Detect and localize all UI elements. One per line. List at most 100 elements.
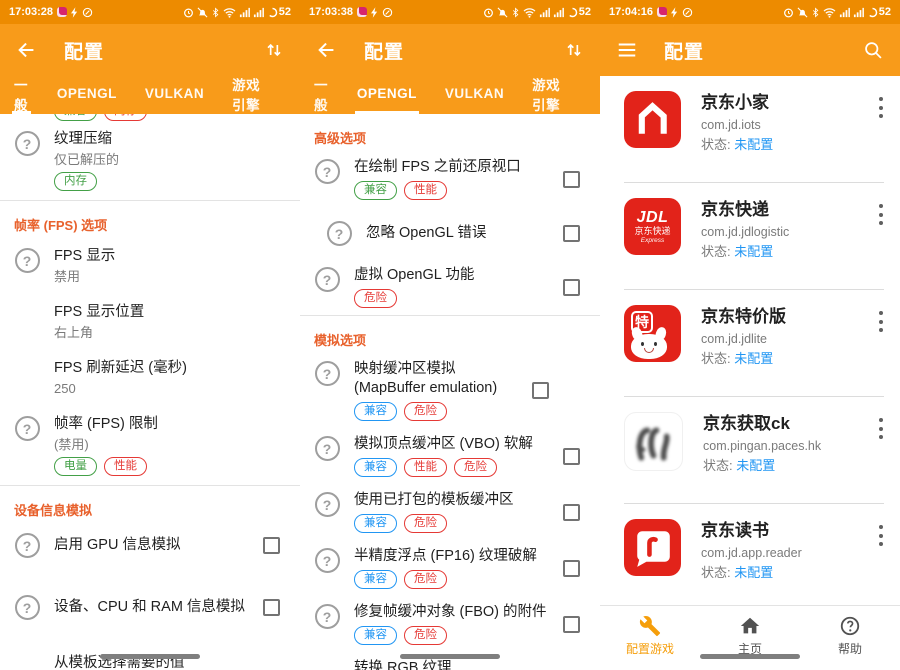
nav-configure-games[interactable]: 配置游戏 (600, 606, 700, 670)
setting-fps-limit[interactable]: 帧率 (FPS) 限制 (禁用) 电量 性能 (0, 406, 300, 485)
help-icon[interactable] (15, 533, 40, 558)
app-package: com.jd.iots (701, 117, 870, 133)
app-row-jd-xiaojia[interactable]: 京东小家 com.jd.iots 状态: 未配置 (600, 76, 900, 182)
bluetooth-icon (511, 7, 520, 18)
alarm-icon (783, 7, 794, 18)
more-options-button[interactable] (870, 412, 892, 441)
setting-value: (禁用) (54, 436, 288, 453)
app-row-jd-get-ck[interactable]: 京东获取ck com.pingan.paces.hk 状态: 未配置 (600, 397, 900, 503)
nav-home[interactable]: 主页 (700, 606, 800, 670)
checkbox[interactable] (563, 616, 580, 633)
setting-fps-position[interactable]: FPS 显示位置 右上角 (0, 294, 300, 350)
help-icon[interactable] (15, 416, 40, 441)
checkbox[interactable] (532, 382, 549, 399)
lightning-bolt-icon (371, 7, 378, 18)
setting-mapbuffer-emulation[interactable]: 映射缓冲区模拟 (MapBuffer emulation) 兼容 危险 (300, 353, 600, 428)
checkbox[interactable] (563, 560, 580, 577)
section-simulation: 模拟选项 (300, 316, 600, 353)
tab-bar: 一般 OPENGL VULKAN 游戏引擎 (300, 76, 600, 114)
signal-bars-icon (853, 7, 864, 18)
status-value: 未配置 (734, 137, 773, 152)
checkbox[interactable] (563, 504, 580, 521)
more-options-button[interactable] (870, 91, 892, 120)
notification-app-badge-icon (357, 7, 367, 17)
tab-vulkan[interactable]: VULKAN (143, 76, 206, 114)
checkbox[interactable] (563, 171, 580, 188)
settings-list: 兼容 内存 纹理压缩 仅已解压的 内存 帧率 (FPS) 选项 FPS 显示 禁… (0, 114, 300, 670)
bell-off-icon (797, 7, 808, 18)
jd-home-app-icon (624, 91, 681, 148)
battery-icon: 52 (267, 6, 291, 18)
tab-game-engine[interactable]: 游戏引擎 (530, 76, 564, 114)
help-icon[interactable] (315, 267, 340, 292)
help-icon[interactable] (315, 159, 340, 184)
setting-title: FPS 显示位置 (54, 303, 288, 322)
badge: 危险 (354, 289, 397, 308)
signal-bars-icon (539, 7, 550, 18)
app-package: com.jd.app.reader (701, 545, 870, 561)
setting-fps-display[interactable]: FPS 显示 禁用 (0, 238, 300, 294)
tab-opengl[interactable]: OPENGL (355, 76, 419, 114)
help-icon[interactable] (315, 436, 340, 461)
status-label: 状态: (701, 137, 731, 152)
more-options-button[interactable] (870, 305, 892, 334)
setting-fp16-hack[interactable]: 半精度浮点 (FP16) 纹理破解 兼容 危险 (300, 540, 600, 596)
back-icon[interactable] (316, 39, 338, 61)
help-icon[interactable] (315, 361, 340, 386)
setting-title: 转换 RGB 纹理 (354, 659, 588, 670)
more-options-button[interactable] (870, 198, 892, 227)
menu-icon[interactable] (616, 39, 638, 61)
tab-game-engine[interactable]: 游戏引擎 (230, 76, 264, 114)
setting-title: 半精度浮点 (FP16) 纹理破解 (354, 547, 555, 566)
setting-fbo-attachment-fix[interactable]: 修复帧缓冲对象 (FBO) 的附件 兼容 危险 (300, 596, 600, 652)
more-options-button[interactable] (870, 519, 892, 548)
help-icon[interactable] (327, 221, 352, 246)
setting-restore-viewport[interactable]: 在绘制 FPS 之前还原视口 兼容 性能 (300, 151, 600, 207)
back-icon[interactable] (16, 39, 38, 61)
gesture-handle[interactable] (700, 654, 800, 659)
help-icon[interactable] (315, 604, 340, 629)
icon-text: Express (641, 237, 664, 245)
setting-enable-gpu-sim[interactable]: 启用 GPU 信息模拟 (0, 523, 300, 567)
help-icon[interactable] (315, 492, 340, 517)
setting-value: 仅已解压的 (54, 151, 288, 168)
setting-virtual-opengl[interactable]: 虚拟 OpenGL 功能 危险 (300, 259, 600, 315)
setting-vbo-software[interactable]: 模拟顶点缓冲区 (VBO) 软解 兼容 性能 危险 (300, 428, 600, 484)
circle-slash-icon (382, 7, 393, 18)
help-icon[interactable] (15, 248, 40, 273)
checkbox[interactable] (263, 599, 280, 616)
app-row-jd-express[interactable]: JDL 京东快递 Express 京东快递 com.jd.jdlogistic … (600, 183, 900, 289)
sort-icon[interactable] (564, 40, 584, 60)
app-row-jd-lite[interactable]: 特 京东特价版 com.jd.jdlite 状态: 未配置 (600, 290, 900, 396)
setting-device-cpu-ram-sim[interactable]: 设备、CPU 和 RAM 信息模拟 (0, 585, 300, 629)
signal-bars-icon (839, 7, 850, 18)
setting-packed-stencil[interactable]: 使用已打包的模板缓冲区 兼容 危险 (300, 484, 600, 540)
checkbox[interactable] (563, 279, 580, 296)
setting-texture-compression[interactable]: 纹理压缩 仅已解压的 内存 (0, 121, 300, 200)
help-icon[interactable] (315, 548, 340, 573)
help-icon[interactable] (15, 595, 40, 620)
sort-icon[interactable] (264, 40, 284, 60)
tab-vulkan[interactable]: VULKAN (443, 76, 506, 114)
gesture-handle[interactable] (400, 654, 500, 659)
setting-ignore-opengl-errors[interactable]: 忽略 OpenGL 错误 (300, 207, 600, 259)
setting-title: 忽略 OpenGL 错误 (366, 224, 555, 243)
notification-app-badge-icon (657, 7, 667, 17)
battery-percent-text: 52 (879, 6, 891, 18)
search-icon[interactable] (863, 40, 884, 61)
section-advanced: 高级选项 (300, 114, 600, 151)
gesture-handle[interactable] (100, 654, 200, 659)
wifi-icon (523, 7, 536, 18)
checkbox[interactable] (563, 225, 580, 242)
nav-help[interactable]: 帮助 (800, 606, 900, 670)
setting-title: 模拟顶点缓冲区 (VBO) 软解 (354, 435, 555, 454)
setting-fps-refresh-delay[interactable]: FPS 刷新延迟 (毫秒) 250 (0, 350, 300, 406)
tab-general[interactable]: 一般 (12, 76, 31, 114)
tab-general[interactable]: 一般 (312, 76, 331, 114)
help-icon[interactable] (15, 131, 40, 156)
checkbox[interactable] (563, 448, 580, 465)
tab-opengl[interactable]: OPENGL (55, 76, 119, 114)
checkbox[interactable] (263, 537, 280, 554)
app-row-jd-reader[interactable]: 京东读书 com.jd.app.reader 状态: 未配置 (600, 504, 900, 610)
badge: 兼容 (354, 402, 397, 421)
